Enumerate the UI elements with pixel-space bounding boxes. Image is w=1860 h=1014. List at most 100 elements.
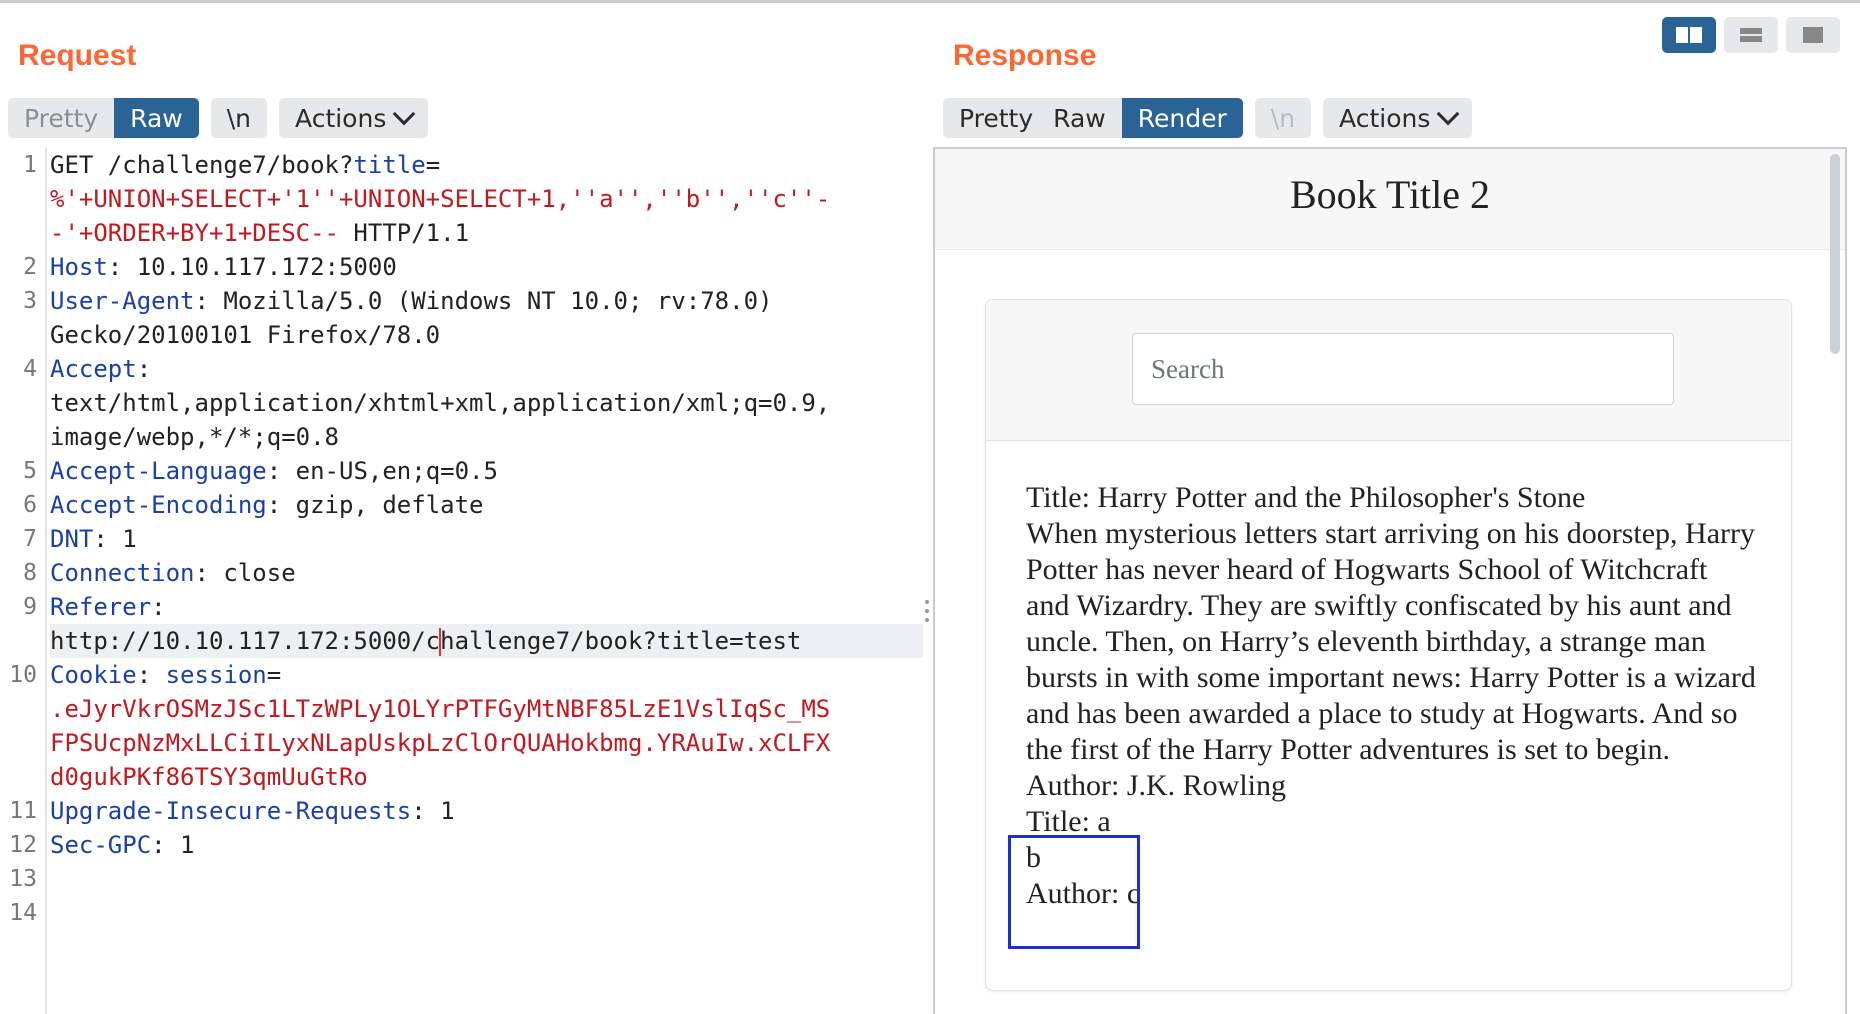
code-token: FPSUcpNzMxLLCiILyxNLapUskpLzClOrQUAHokbm… xyxy=(50,729,831,757)
request-tab-pretty[interactable]: Pretty xyxy=(8,98,115,138)
response-tab-pretty[interactable]: Pretty xyxy=(943,98,1050,138)
line-number: 2 xyxy=(23,254,37,280)
code-token: Accept xyxy=(50,355,137,383)
book-description: When mysterious letters start arriving o… xyxy=(1026,517,1756,766)
code-line[interactable]: Accept: xyxy=(50,352,923,386)
code-token: : 10.10.117.172:5000 xyxy=(107,253,397,281)
code-line[interactable]: Accept-Encoding: gzip, deflate xyxy=(50,488,923,522)
code-token: DNT xyxy=(50,525,94,553)
code-token: Host xyxy=(50,253,108,281)
response-newline-toggle[interactable]: \n xyxy=(1254,98,1312,138)
split-view-icon[interactable] xyxy=(1662,17,1716,53)
code-token: Connection xyxy=(50,559,195,587)
response-view-tabs: Pretty Raw Render xyxy=(943,98,1243,138)
code-token: : 1 xyxy=(151,831,195,859)
code-line[interactable]: GET /challenge7/book?title= xyxy=(50,148,923,182)
book-title: Title: Harry Potter and the Philosopher'… xyxy=(1026,481,1586,514)
code-line[interactable]: User-Agent: Mozilla/5.0 (Windows NT 10.0… xyxy=(50,284,923,318)
request-title: Request xyxy=(18,39,137,72)
response-actions-label: Actions xyxy=(1339,103,1431,133)
response-tab-render[interactable]: Render xyxy=(1121,98,1243,138)
single-view-icon[interactable] xyxy=(1786,17,1840,53)
book-author: Author: J.K. Rowling xyxy=(1026,769,1287,802)
code-token: Cookie xyxy=(50,661,137,689)
code-line[interactable]: Referer: xyxy=(50,590,923,624)
code-token: = xyxy=(266,661,282,689)
request-view-tabs: Pretty Raw xyxy=(8,98,199,138)
code-line[interactable]: image/webp,*/*;q=0.8 xyxy=(50,420,923,454)
code-token: = xyxy=(425,151,441,179)
code-token: %'+UNION+SELECT+'1''+UNION+SELECT+1,''a'… xyxy=(50,185,831,213)
code-line[interactable]: http://10.10.117.172:5000/challenge7/boo… xyxy=(50,624,923,658)
code-line[interactable]: Connection: close xyxy=(50,556,923,590)
request-tab-raw[interactable]: Raw xyxy=(114,98,199,138)
rendered-header: Book Title 2 xyxy=(935,149,1845,250)
line-number: 4 xyxy=(23,356,37,382)
request-editor[interactable]: 1 2 3 4 5 6 7 8 9 10 11 12 13 14 GET /challenge7/book… xyxy=(0,148,923,1014)
code-token: HTTP/1.1 xyxy=(338,219,470,247)
line-number: 5 xyxy=(23,458,37,484)
code-token: Accept-Language xyxy=(50,457,267,485)
code-line[interactable]: Gecko/20100101 Firefox/78.0 xyxy=(50,318,923,352)
code-line[interactable]: Sec-GPC: 1 xyxy=(50,828,923,862)
code-line[interactable]: Accept-Language: en-US,en;q=0.5 xyxy=(50,454,923,488)
layout-toggle xyxy=(1662,17,1840,53)
line-number: 3 xyxy=(23,288,37,314)
response-title: Response xyxy=(953,39,1097,72)
panel-resize-handle[interactable] xyxy=(925,600,929,627)
request-actions-button[interactable]: Actions xyxy=(279,98,429,138)
code-line[interactable]: .eJyrVkrOSMzJSc1LTzWPLy1OLYrPTFGyMtNBF85… xyxy=(50,692,923,726)
code-token: session xyxy=(165,661,267,689)
code-token: Gecko/20100101 Firefox/78.0 xyxy=(50,321,441,349)
code-line[interactable]: Host: 10.10.117.172:5000 xyxy=(50,250,923,284)
line-number: 1 xyxy=(23,152,37,178)
code-line[interactable]: -'+ORDER+BY+1+DESC-- HTTP/1.1 xyxy=(50,216,923,250)
line-number: 14 xyxy=(9,900,37,926)
injection-highlight-box xyxy=(1008,835,1140,949)
code-line[interactable]: Upgrade-Insecure-Requests: 1 xyxy=(50,794,923,828)
line-number: 10 xyxy=(9,662,37,688)
stacked-view-icon[interactable] xyxy=(1724,17,1778,53)
line-number: 7 xyxy=(23,526,37,552)
code-token: : close xyxy=(194,559,296,587)
chevron-down-icon xyxy=(1437,102,1460,126)
code-token: Upgrade-Insecure-Requests xyxy=(50,797,412,825)
code-line[interactable]: d0gukPKf86TSY3qmUuGtRo xyxy=(50,760,923,794)
code-token: GET /challenge7/book? xyxy=(50,151,354,179)
code-token: -'+ORDER+BY+1+DESC-- xyxy=(50,219,339,247)
code-token: User-Agent xyxy=(50,287,195,315)
code-line[interactable]: %'+UNION+SELECT+'1''+UNION+SELECT+1,''a'… xyxy=(50,182,923,216)
code-token: : 1 xyxy=(411,797,455,825)
request-newline-toggle[interactable]: \n xyxy=(210,98,268,138)
code-token: : gzip, deflate xyxy=(266,491,484,519)
code-line[interactable]: FPSUcpNzMxLLCiILyxNLapUskpLzClOrQUAHokbm… xyxy=(50,726,923,760)
code-token: .eJyrVkrOSMzJSc1LTzWPLy1OLYrPTFGyMtNBF85… xyxy=(50,695,831,723)
response-tab-raw[interactable]: Raw xyxy=(1049,98,1122,138)
line-number-gutter: 1 2 3 4 5 6 7 8 9 10 11 12 13 14 xyxy=(0,148,47,1014)
code-token: : xyxy=(136,661,166,689)
response-actions-button[interactable]: Actions xyxy=(1323,98,1473,138)
line-number: 6 xyxy=(23,492,37,518)
line-number: 8 xyxy=(23,560,37,586)
render-scrollbar[interactable] xyxy=(1830,154,1840,354)
line-number: 13 xyxy=(9,866,37,892)
code-token: Accept-Encoding xyxy=(50,491,267,519)
request-tabs: Pretty Raw \n Actions xyxy=(8,98,429,138)
line-number: 9 xyxy=(23,594,37,620)
code-line[interactable]: text/html,application/xhtml+xml,applicat… xyxy=(50,386,923,420)
code-line[interactable]: DNT: 1 xyxy=(50,522,923,556)
rendered-page-heading: Book Title 2 xyxy=(1289,172,1491,217)
request-code[interactable]: GET /challenge7/book?title= %'+UNION+SELE… xyxy=(50,148,923,930)
code-token: : xyxy=(151,593,166,621)
code-token: hallenge7/book?title=test xyxy=(440,627,802,655)
code-line[interactable] xyxy=(50,896,923,930)
search-input[interactable] xyxy=(1132,333,1674,405)
code-token: : xyxy=(136,355,152,383)
code-token: : Mozilla/5.0 (Windows NT 10.0; rv:78.0) xyxy=(194,287,773,315)
code-token: image/webp,*/*;q=0.8 xyxy=(50,423,339,451)
code-token: Sec-GPC xyxy=(50,831,152,859)
code-line[interactable]: Cookie: session= xyxy=(50,658,923,692)
line-number: 11 xyxy=(9,798,37,824)
line-number: 12 xyxy=(9,832,37,858)
code-line[interactable] xyxy=(50,862,923,896)
